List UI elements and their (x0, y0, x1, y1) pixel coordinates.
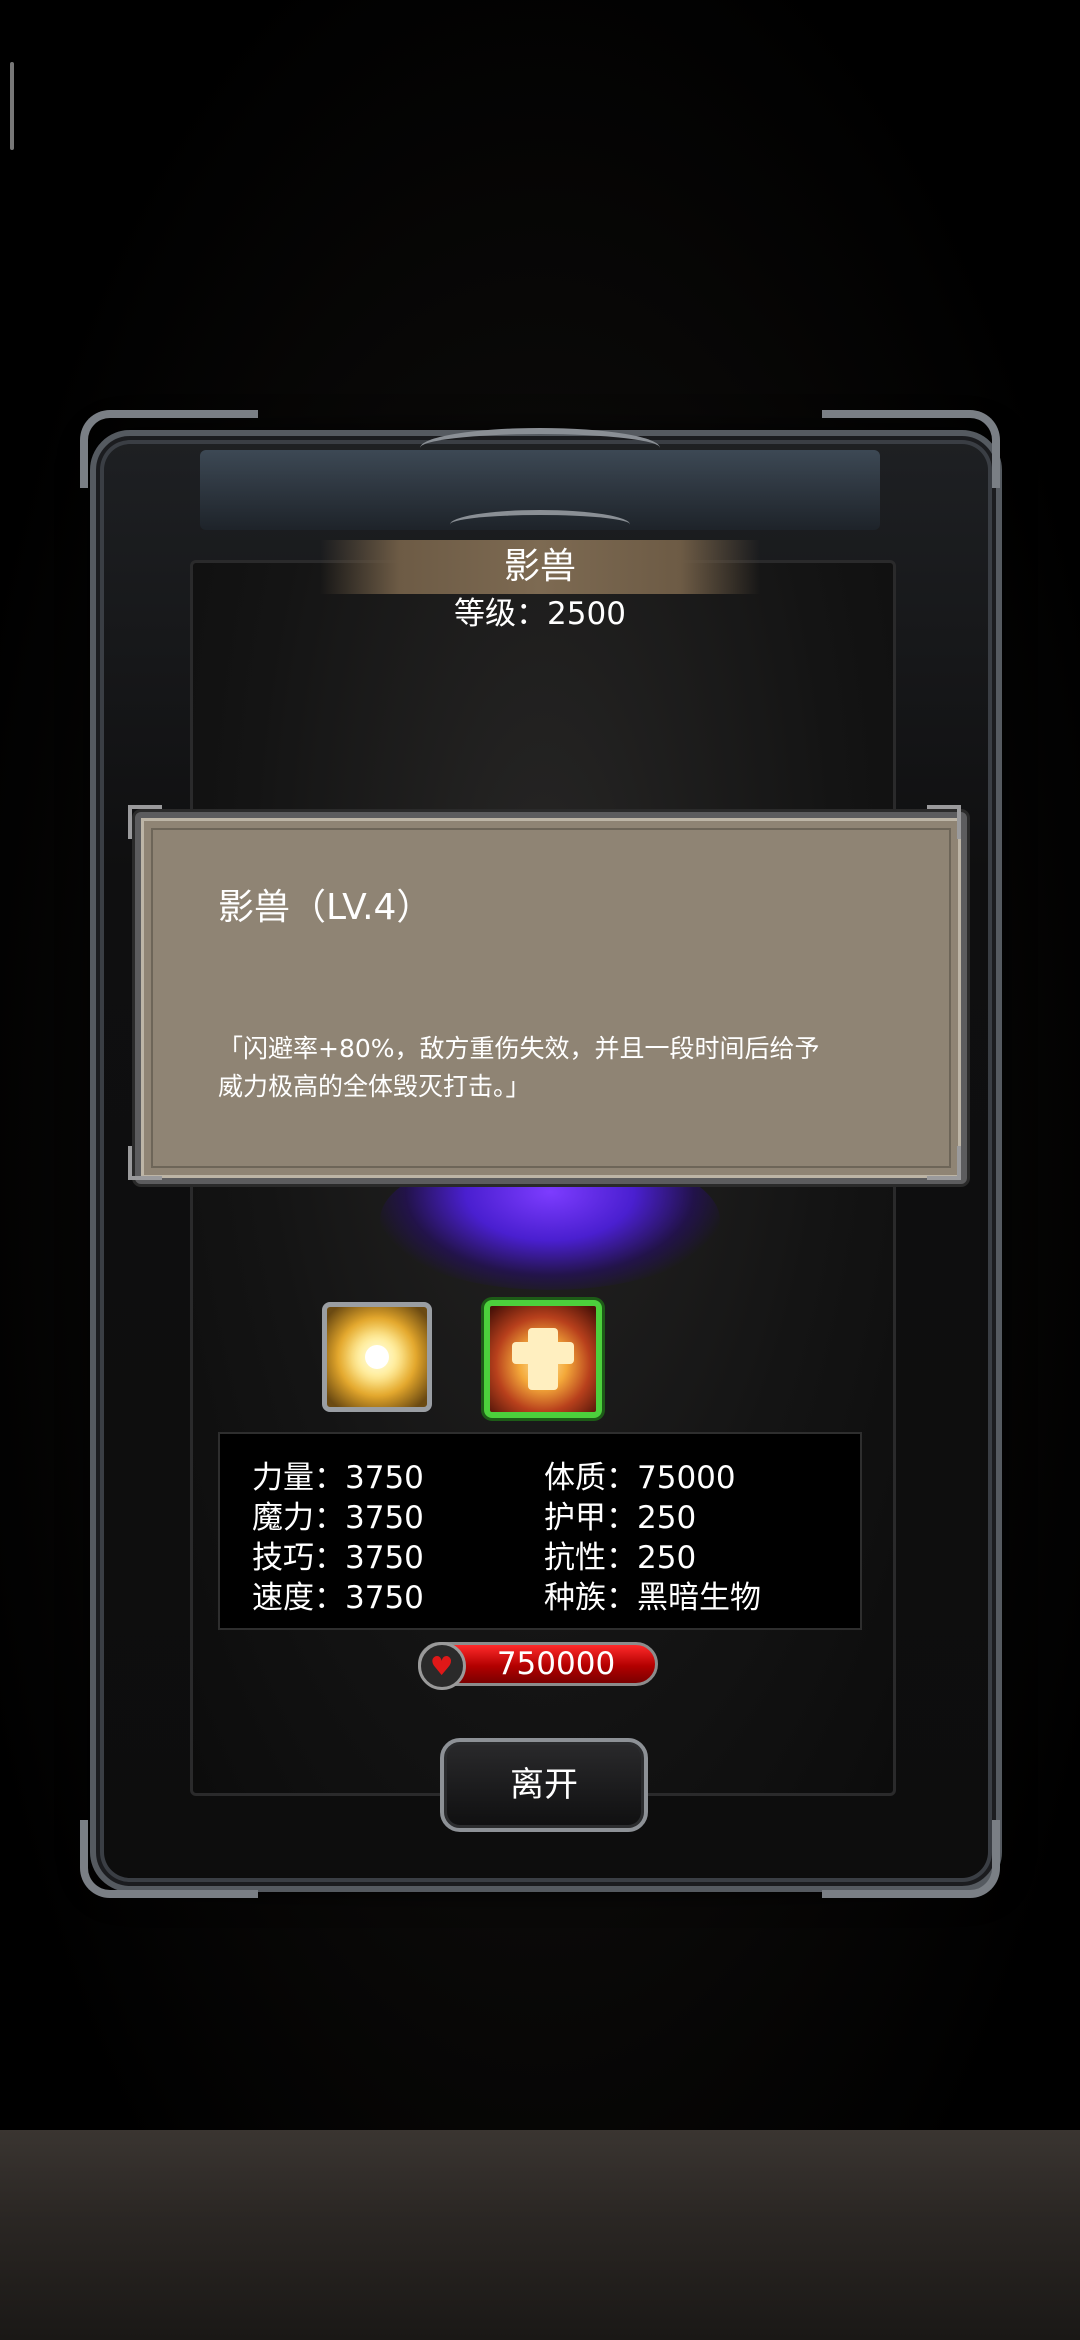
stat-resistance: 抗性：250 (544, 1540, 697, 1576)
description-corner-bottom-left (128, 1146, 162, 1180)
frame-ornament-top-center (420, 428, 660, 468)
description-corner-top-right (927, 805, 961, 839)
heart-icon: ♥ (430, 1652, 454, 1682)
leave-button[interactable]: 离开 (440, 1738, 648, 1832)
stat-constitution: 体质：75000 (544, 1460, 736, 1496)
leave-button-label: 离开 (510, 1765, 578, 1805)
description-corner-bottom-right (927, 1146, 961, 1180)
stat-skill: 技巧：3750 (252, 1540, 424, 1576)
frame-ornament-bottom-left (80, 1820, 258, 1898)
frame-ornament-bottom-right (822, 1820, 1000, 1898)
description-body: 「闪避率+80%，敌方重伤失效，并且一段时间后给予 威力极高的全体毁灭打击。」 (218, 1030, 898, 1106)
frame-ornament-top-left (80, 410, 258, 488)
stat-armor: 护甲：250 (544, 1500, 697, 1536)
monster-name: 影兽 (503, 546, 576, 587)
skill-slot-golden-burst[interactable] (322, 1302, 432, 1412)
monster-level: 等级：2500 (454, 596, 626, 632)
description-corner-top-left (128, 805, 162, 839)
stat-speed: 速度：3750 (252, 1580, 424, 1616)
description-title: 影兽（LV.4） (218, 887, 433, 928)
hp-value: 750000 (496, 1646, 616, 1682)
skill-slot-fire-shield-selected[interactable] (484, 1300, 602, 1418)
description-panel (135, 812, 967, 1184)
frame-ornament-top-right (822, 410, 1000, 488)
status-indicator (10, 62, 14, 150)
stat-race: 种族：黑暗生物 (544, 1580, 761, 1616)
golden-burst-icon (365, 1345, 389, 1369)
floor-background (0, 2130, 1080, 2340)
frame-ornament-mid-center (450, 510, 630, 539)
description-line-1: 「闪避率+80%，敌方重伤失效，并且一段时间后给予 (218, 1034, 820, 1063)
stat-strength: 力量：3750 (252, 1460, 424, 1496)
stat-magic: 魔力：3750 (252, 1500, 424, 1536)
cross-bar (512, 1342, 574, 1364)
description-line-2: 威力极高的全体毁灭打击。」 (218, 1072, 531, 1101)
